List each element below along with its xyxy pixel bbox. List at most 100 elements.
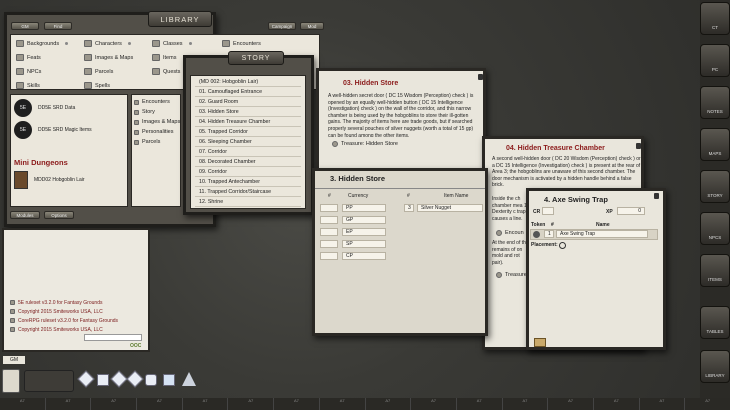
sidebar-notes[interactable]: NOTES	[700, 86, 730, 119]
cat-encounters[interactable]: Encounters	[222, 40, 261, 47]
currency-row[interactable]: EP	[342, 228, 386, 236]
d100-icon[interactable]	[182, 372, 196, 386]
story-item[interactable]: 07. Corridor	[195, 148, 301, 157]
hidden-store-link[interactable]: Treasure: Hidden Store	[332, 141, 398, 147]
hotkey-slot[interactable]: A7	[228, 398, 275, 410]
lock-icon[interactable]	[478, 74, 483, 80]
sidebar-story[interactable]: STORY	[700, 170, 730, 203]
currency-qty[interactable]	[320, 228, 338, 236]
treasure-link[interactable]: Treasure	[496, 272, 527, 278]
story-item[interactable]: 11. Trapped Corridor/Staircase	[195, 188, 301, 197]
trap-name[interactable]: Axe Swing Trap	[556, 230, 648, 238]
tab-campaign[interactable]: Campaign	[268, 22, 296, 30]
story-item[interactable]: 12. Shrine	[195, 198, 301, 207]
hotkey-slot[interactable]: A7	[274, 398, 320, 410]
chat-mode[interactable]: OOC	[130, 343, 141, 349]
story-item[interactable]: 05. Trapped Corridor	[195, 128, 301, 137]
token-icon[interactable]	[533, 231, 540, 238]
cat-feats[interactable]: Feats	[16, 54, 41, 61]
sidebar-maps[interactable]: MAPS	[700, 128, 730, 161]
item-qty[interactable]: 3	[404, 204, 414, 212]
item-name[interactable]: Silver Nugget	[417, 204, 483, 212]
story-item[interactable]: 03. Hidden Store	[195, 108, 301, 117]
story-item[interactable]: 02. Guard Room	[195, 98, 301, 107]
module-srd-data[interactable]: 5E DD5E SRD Data	[14, 98, 124, 118]
story-item[interactable]: 04. Hidden Treasure Chamber	[195, 118, 301, 127]
trap-qty[interactable]: 1	[544, 230, 554, 238]
cat-images[interactable]: Images & Maps	[84, 54, 133, 61]
cat-spells[interactable]: Spells	[84, 82, 110, 89]
tab-find[interactable]: Find	[44, 22, 72, 30]
sidebar-npcs[interactable]: NPCS	[700, 212, 730, 245]
story-item[interactable]: (MD 002: Hobgoblin Lair)	[195, 78, 301, 87]
hidden-store-title: 03. Hidden Store	[343, 80, 399, 87]
target-icon[interactable]	[559, 242, 566, 249]
currency-row[interactable]: PP	[342, 204, 386, 212]
sidebar-story[interactable]: Story	[134, 109, 155, 115]
cat-characters[interactable]: Characters	[84, 40, 131, 47]
hotkey-slot[interactable]: A7	[640, 398, 686, 410]
currency-row[interactable]: CP	[342, 252, 386, 260]
modules-button[interactable]: Modules	[10, 211, 40, 219]
hotkey-slot[interactable]: A7	[685, 398, 730, 410]
cat-npcs[interactable]: NPCs	[16, 68, 41, 75]
tab-mod[interactable]: Mod	[300, 22, 324, 30]
xp-field[interactable]: 0	[617, 207, 645, 215]
d6-icon[interactable]	[97, 374, 109, 386]
lock-icon[interactable]	[636, 143, 641, 149]
story-item[interactable]: 08. Decorated Chamber	[195, 158, 301, 167]
encounter-link[interactable]: Encoun	[496, 230, 524, 236]
modifier-box[interactable]	[2, 369, 20, 393]
currency-qty[interactable]	[320, 216, 338, 224]
currency-qty[interactable]	[320, 240, 338, 248]
story-item[interactable]: 06. Sleeping Chamber	[195, 138, 301, 147]
sidebar-pc[interactable]: PC	[700, 44, 730, 77]
hotkey-slot[interactable]: A7	[137, 398, 183, 410]
d12-icon[interactable]	[145, 374, 157, 386]
chat-input[interactable]	[84, 334, 142, 341]
cat-items[interactable]: Items	[152, 54, 176, 61]
lock-icon[interactable]	[654, 193, 659, 199]
hotkey-slot[interactable]: A7	[366, 398, 412, 410]
currency-qty[interactable]	[320, 252, 338, 260]
module-hobgoblin-lair[interactable]: MDD02 Hobgoblin Lair	[14, 170, 124, 190]
cr-field[interactable]	[542, 207, 554, 215]
cat-skills[interactable]: Skills	[16, 82, 40, 89]
hotkey-slot[interactable]: A7	[320, 398, 366, 410]
cat-quests[interactable]: Quests	[152, 68, 180, 75]
sidebar-items[interactable]: ITEMS	[700, 254, 730, 287]
sidebar-personalities[interactable]: Personalities	[134, 129, 174, 135]
sidebar-tables[interactable]: TABLES	[700, 306, 730, 339]
currency-row[interactable]: SP	[342, 240, 386, 248]
sidebar-images[interactable]: Images & Maps	[134, 119, 180, 125]
hotkey-slot[interactable]: A7	[503, 398, 549, 410]
hotkey-slot[interactable]: A7	[91, 398, 138, 410]
envelope-icon[interactable]	[534, 338, 546, 347]
hotkey-slot[interactable]: A7	[457, 398, 503, 410]
sidebar-library[interactable]: LIBRARY	[700, 350, 730, 383]
hotkey-slot[interactable]: A7	[183, 398, 229, 410]
d20-icon[interactable]	[163, 374, 175, 386]
story-item[interactable]: 10. Trapped Antechamber	[195, 178, 301, 187]
story-item[interactable]: 09. Corridor	[195, 168, 301, 177]
hotkey-slot[interactable]: A7	[548, 398, 594, 410]
hotkey-slot[interactable]: A7	[594, 398, 640, 410]
cat-backgrounds[interactable]: Backgrounds	[16, 40, 69, 47]
sidebar-encounters[interactable]: Encounters	[134, 99, 170, 105]
cat-classes[interactable]: Classes	[152, 40, 192, 47]
module-srd-magic[interactable]: 5E DD5E SRD Magic Items	[14, 120, 124, 140]
tab-gm[interactable]: GM	[11, 22, 39, 30]
hotkey-slot[interactable]: A7	[411, 398, 457, 410]
hotkey-slot[interactable]: A7	[46, 398, 92, 410]
sidebar-parcels[interactable]: Parcels	[134, 139, 160, 145]
currency-qty[interactable]	[320, 204, 338, 212]
options-button[interactable]: Options	[44, 211, 74, 219]
story-title: STORY	[228, 51, 284, 65]
effects-panel	[24, 370, 74, 392]
hotkey-slot[interactable]: A7	[0, 398, 46, 410]
currency-row[interactable]: GP	[342, 216, 386, 224]
dot-icon	[65, 42, 69, 45]
cat-parcels[interactable]: Parcels	[84, 68, 113, 75]
story-item[interactable]: 01. Camouflaged Entrance	[195, 88, 301, 97]
sidebar-ct[interactable]: CT	[700, 2, 730, 35]
